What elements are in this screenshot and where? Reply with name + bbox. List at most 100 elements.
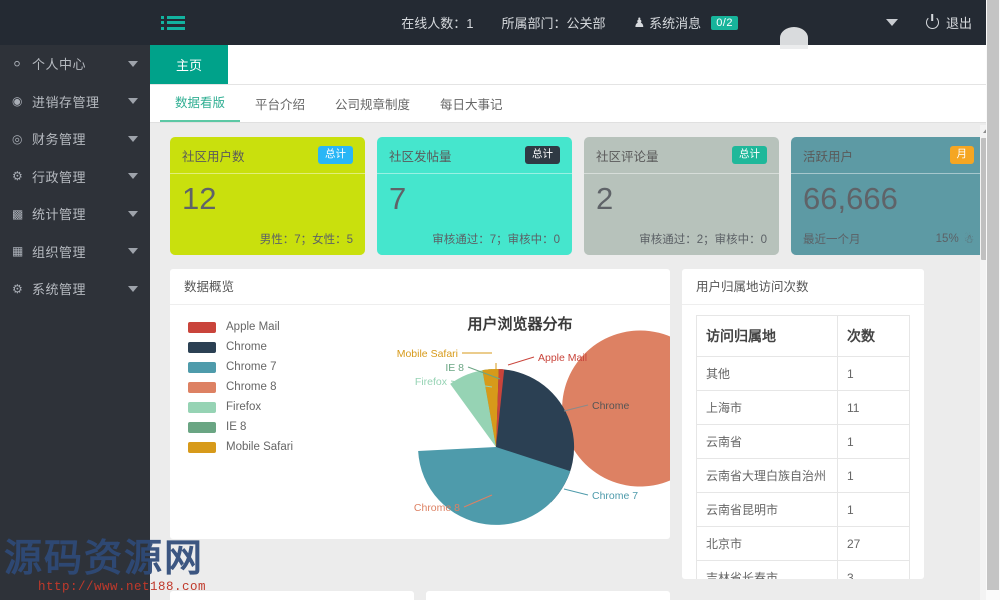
tab-home-label: 主页 <box>175 58 202 73</box>
column-header-count: 次数 <box>837 315 910 357</box>
legend-label: Chrome 7 <box>226 361 277 373</box>
card-badge: 月 <box>949 146 974 164</box>
tab-home[interactable]: 主页 <box>150 45 228 84</box>
panel-title: 捐赠 <box>426 591 670 600</box>
tab-label: 每日大事记 <box>440 98 503 112</box>
card-body: 66,666 最近一个月 15% ☃ <box>791 174 986 255</box>
pie-svg: Mobile Safari IE 8 Firefox Chrome 8 Appl… <box>397 330 670 525</box>
tab-company-rules[interactable]: 公司规章制度 <box>320 94 425 122</box>
sidebar-item-statistics-management[interactable]: ▩ 统计管理 <box>0 195 150 233</box>
legend-item[interactable]: IE 8 <box>188 417 293 437</box>
legend-item[interactable]: Chrome <box>188 337 293 357</box>
stat-card-active-users[interactable]: 活跃用户 月 66,666 最近一个月 15% ☃ <box>791 137 986 255</box>
cell-count: 1 <box>837 356 910 391</box>
sidebar-item-label: 个人中心 <box>32 57 87 73</box>
card-value: 7 <box>389 181 407 216</box>
table-row[interactable]: 云南省大理白族自治州 1 <box>696 458 910 493</box>
cell-place: 其他 <box>696 356 838 391</box>
panel-title: 数据概览 <box>170 269 670 305</box>
tab-label: 数据看版 <box>175 96 226 110</box>
pie-label-mobile-safari: Mobile Safari <box>397 348 458 360</box>
card-footer: 男性：7；女性：5 <box>182 231 353 247</box>
cell-place: 上海市 <box>696 390 838 425</box>
card-foot-right-group: 15% ☃ <box>936 231 974 247</box>
sidebar: ⚪ 个人中心 ◉ 进销存管理 ◎ 财务管理 ⚙ 行政管理 ▩ 统计管理 ▦ 组织… <box>0 45 150 600</box>
bell-icon: ♟ <box>633 14 646 30</box>
location-table: 访问归属地 次数 其他 1 上海市 11 云南省 1 云南省大理白族自治州 1 … <box>696 315 910 579</box>
chevron-down-icon <box>128 248 138 255</box>
panels-row: 数据概览 Apple Mail Chrome Chrome 7 Chrome 8… <box>150 255 1000 579</box>
pie-label-chrome7: Chrome 7 <box>592 490 638 502</box>
sidebar-item-personal-center[interactable]: ⚪ 个人中心 <box>0 45 150 83</box>
card-foot-right: 审核通过：2；审核中：0 <box>639 234 767 246</box>
department-label: 所属部门：公关部 <box>501 16 606 31</box>
user-menu-dropdown[interactable] <box>872 19 912 26</box>
tab-dashboard[interactable]: 数据看版 <box>160 92 241 122</box>
legend-item[interactable]: Mobile Safari <box>188 437 293 457</box>
table-row[interactable]: 其他 1 <box>696 356 910 391</box>
sidebar-item-label: 财务管理 <box>32 132 87 148</box>
department-info: 所属部门：公关部 <box>488 13 620 32</box>
cell-place: 吉林省长春市 <box>696 560 838 579</box>
cell-count: 1 <box>837 458 910 493</box>
card-badge: 总计 <box>525 146 560 164</box>
hamburger-list-icon[interactable] <box>150 0 196 45</box>
legend-label: Chrome <box>226 341 267 353</box>
card-body: 2 审核通过：2；审核中：0 <box>584 174 779 255</box>
online-count: 在线人数：1 <box>387 13 487 32</box>
page-scrollbar-thumb[interactable] <box>987 0 999 590</box>
table-row[interactable]: 北京市 27 <box>696 526 910 561</box>
sidebar-item-administration-management[interactable]: ⚙ 行政管理 <box>0 158 150 196</box>
card-footer: 审核通过：2；审核中：0 <box>596 231 767 247</box>
cell-count: 27 <box>837 526 910 561</box>
card-badge: 总计 <box>318 146 353 164</box>
browser-pie-chart[interactable]: Mobile Safari IE 8 Firefox Chrome 8 Appl… <box>396 329 670 539</box>
chart-legend: Apple Mail Chrome Chrome 7 Chrome 8 Fire… <box>188 317 293 457</box>
page-scrollbar[interactable] <box>986 0 1000 600</box>
sidebar-item-label: 进销存管理 <box>32 94 100 110</box>
legend-swatch <box>188 341 216 353</box>
legend-swatch <box>188 381 216 393</box>
chevron-down-icon <box>128 98 138 105</box>
main-area: 主页 数据看版 平台介绍 公司规章制度 每日大事记 社区用户数 总计 12 男性… <box>150 45 1000 600</box>
table-row[interactable]: 上海市 11 <box>696 390 910 425</box>
legend-item[interactable]: Firefox <box>188 397 293 417</box>
card-value: 2 <box>596 181 614 216</box>
chevron-down-icon <box>128 60 138 67</box>
legend-swatch <box>188 361 216 373</box>
card-body: 12 男性：7；女性：5 <box>170 174 365 255</box>
stat-card-community-users[interactable]: 社区用户数 总计 12 男性：7；女性：5 <box>170 137 365 255</box>
legend-swatch <box>188 321 216 333</box>
stat-card-community-comments[interactable]: 社区评论量 总计 2 审核通过：2；审核中：0 <box>584 137 779 255</box>
stat-card-community-posts[interactable]: 社区发帖量 总计 7 审核通过：7；审核中：0 <box>377 137 572 255</box>
sidebar-item-system-management[interactable]: ⚙ 系统管理 <box>0 270 150 308</box>
sidebar-item-inventory-management[interactable]: ◉ 进销存管理 <box>0 83 150 121</box>
card-title: 社区用户数 <box>182 149 245 164</box>
system-message[interactable]: ♟ 系统消息 0/2 <box>620 13 752 32</box>
user-area[interactable] <box>752 0 872 49</box>
legend-label: Mobile Safari <box>226 441 294 453</box>
table-row[interactable]: 云南省昆明市 1 <box>696 492 910 527</box>
logout-label: 退出 <box>945 16 972 31</box>
tab-platform-intro[interactable]: 平台介绍 <box>240 94 320 122</box>
card-header: 社区发帖量 总计 <box>377 137 572 174</box>
top-bar-logo-area <box>0 0 150 45</box>
table-row[interactable]: 吉林省长春市 3 <box>696 560 910 579</box>
pie-label-chrome: Chrome <box>592 400 630 412</box>
card-percent: 15% <box>935 233 959 245</box>
legend-label: IE 8 <box>226 421 247 433</box>
legend-item[interactable]: Chrome 8 <box>188 377 293 397</box>
panel-data-overview: 数据概览 Apple Mail Chrome Chrome 7 Chrome 8… <box>170 269 670 539</box>
pie-label-chrome8: Chrome 8 <box>414 502 460 514</box>
legend-item[interactable]: Chrome 7 <box>188 357 293 377</box>
tab-daily-events[interactable]: 每日大事记 <box>425 94 518 122</box>
legend-swatch <box>188 441 216 453</box>
legend-item[interactable]: Apple Mail <box>188 317 293 337</box>
tab-label: 公司规章制度 <box>335 98 411 112</box>
sidebar-item-organization-management[interactable]: ▦ 组织管理 <box>0 233 150 271</box>
sidebar-item-finance-management[interactable]: ◎ 财务管理 <box>0 120 150 158</box>
sidebar-item-label: 统计管理 <box>32 207 87 223</box>
table-row[interactable]: 云南省 1 <box>696 424 910 459</box>
tab-label: 平台介绍 <box>255 98 306 112</box>
card-badge: 总计 <box>732 146 767 164</box>
